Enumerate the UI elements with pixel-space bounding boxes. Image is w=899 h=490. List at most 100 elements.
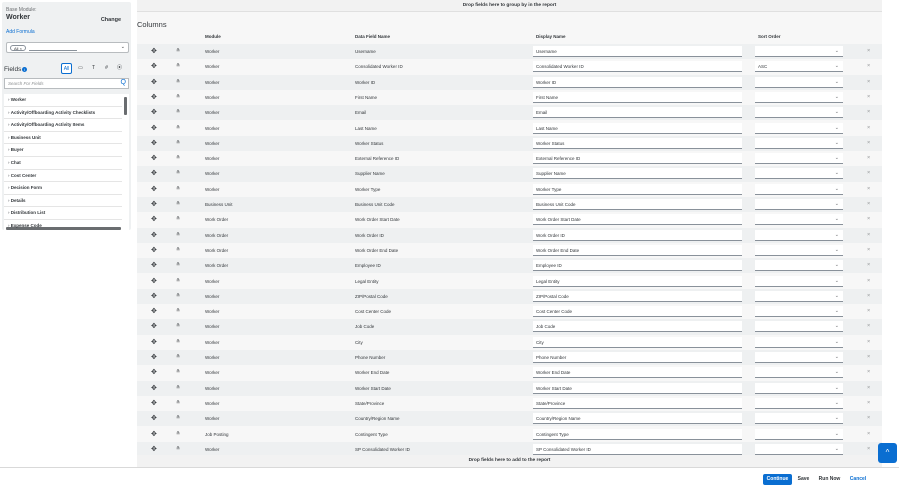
sort-order-select[interactable]: ⌄ <box>755 244 843 256</box>
sort-order-select[interactable]: ⌄ <box>755 168 843 180</box>
chevron-down-icon[interactable]: ⌄ <box>835 138 839 149</box>
drag-handle-icon[interactable]: ✥ <box>151 154 157 162</box>
drag-handle-icon[interactable]: ✥ <box>151 399 157 407</box>
number-icon-button[interactable]: # <box>101 63 112 74</box>
all-chip[interactable]: All × <box>10 45 26 51</box>
drag-handle-icon[interactable]: ✥ <box>151 231 157 239</box>
remove-column-icon[interactable]: × <box>867 166 870 181</box>
remove-column-icon[interactable]: × <box>867 44 870 59</box>
chevron-right-icon[interactable]: › <box>8 160 10 165</box>
drag-handle-icon[interactable]: ✥ <box>151 430 157 438</box>
expand-icon[interactable]: ≚ <box>176 323 180 329</box>
chevron-down-icon[interactable]: ⌄ <box>835 367 839 378</box>
display-name-input[interactable]: Worker End Date <box>533 367 742 379</box>
chevron-down-icon[interactable]: ⌄ <box>835 107 839 118</box>
chevron-right-icon[interactable]: › <box>8 147 10 152</box>
drag-handle-icon[interactable]: ✥ <box>151 78 157 86</box>
chevron-down-icon[interactable]: ⌄ <box>835 306 839 317</box>
display-name-input[interactable]: ZIP/Postal Code <box>533 290 742 302</box>
change-module-button[interactable]: Change <box>101 17 121 23</box>
field-list-item[interactable]: › Decision Form <box>4 182 122 195</box>
drag-handle-icon[interactable]: ✥ <box>151 353 157 361</box>
chevron-down-icon[interactable]: ⌄ <box>835 337 839 348</box>
expand-icon[interactable]: ≚ <box>176 415 180 421</box>
vertical-scrollbar[interactable] <box>124 97 127 115</box>
field-list-item[interactable]: › Chat <box>4 157 122 170</box>
expand-icon[interactable]: ≚ <box>176 293 180 299</box>
drag-handle-icon[interactable]: ✥ <box>151 108 157 116</box>
chevron-down-icon[interactable]: ⌄ <box>835 245 839 256</box>
display-name-input[interactable]: Work Order End Date <box>533 244 742 256</box>
remove-column-icon[interactable]: × <box>867 136 870 151</box>
display-name-input[interactable]: Cost Center Code <box>533 306 742 318</box>
sort-order-select[interactable]: ⌄ <box>755 367 843 379</box>
group-by-drop-zone[interactable]: Drop fields here to group by in the repo… <box>137 0 882 12</box>
field-search-input[interactable]: Search For Fields Q <box>4 78 129 89</box>
sort-order-select[interactable]: ⌄ <box>755 336 843 348</box>
scroll-to-top-button[interactable]: ^ <box>878 443 897 463</box>
all-icon-button[interactable]: All <box>61 63 72 74</box>
drag-handle-icon[interactable]: ✥ <box>151 93 157 101</box>
sort-order-select[interactable]: ⌄ <box>755 290 843 302</box>
drag-handle-icon[interactable]: ✥ <box>151 261 157 269</box>
save-button[interactable]: Save <box>795 474 812 485</box>
remove-column-icon[interactable]: × <box>867 151 870 166</box>
drag-handle-icon[interactable]: ✥ <box>151 169 157 177</box>
drag-handle-icon[interactable]: ✥ <box>151 414 157 422</box>
remove-column-icon[interactable]: × <box>867 121 870 136</box>
drag-handle-icon[interactable]: ✥ <box>151 246 157 254</box>
chevron-right-icon[interactable]: › <box>8 185 10 190</box>
drag-handle-icon[interactable]: ✥ <box>151 200 157 208</box>
drag-handle-icon[interactable]: ✥ <box>151 62 157 70</box>
display-name-input[interactable]: SP Consolidated Worker ID <box>533 443 742 455</box>
chevron-down-icon[interactable]: ⌄ <box>835 276 839 287</box>
info-icon[interactable]: i <box>22 66 28 72</box>
chevron-down-icon[interactable]: ⌄ <box>835 429 839 440</box>
drag-handle-icon[interactable]: ✥ <box>151 292 157 300</box>
display-name-input[interactable]: External Reference ID <box>533 153 742 165</box>
expand-icon[interactable]: ≚ <box>176 125 180 131</box>
expand-icon[interactable]: ≚ <box>176 48 180 54</box>
display-name-input[interactable]: Work Order Start Date <box>533 214 742 226</box>
remove-column-icon[interactable]: × <box>867 197 870 212</box>
field-list-item[interactable]: › Cost Center <box>4 170 122 183</box>
display-name-input[interactable]: Employee ID <box>533 260 742 272</box>
display-name-input[interactable]: Consolidated Worker ID <box>533 61 742 73</box>
add-field-drop-zone[interactable]: Drop fields here to add to the report <box>137 455 882 467</box>
remove-column-icon[interactable]: × <box>867 105 870 120</box>
expand-icon[interactable]: ≚ <box>176 79 180 85</box>
expand-icon[interactable]: ≚ <box>176 186 180 192</box>
chevron-down-icon[interactable]: ⌄ <box>835 153 839 164</box>
field-list-item[interactable]: › Activity/Offboarding Activity Items <box>4 119 122 132</box>
drag-handle-icon[interactable]: ✥ <box>151 277 157 285</box>
remove-column-icon[interactable]: × <box>867 258 870 273</box>
text-icon-button[interactable]: T <box>88 63 99 74</box>
expand-icon[interactable]: ≚ <box>176 262 180 268</box>
drag-handle-icon[interactable]: ✥ <box>151 322 157 330</box>
sort-order-select[interactable]: ⌄ <box>755 321 843 333</box>
drag-handle-icon[interactable]: ✥ <box>151 185 157 193</box>
sort-order-select[interactable]: ⌄ <box>755 397 843 409</box>
chevron-right-icon[interactable]: › <box>8 198 10 203</box>
display-name-input[interactable]: Last Name <box>533 122 742 134</box>
module-filter-select[interactable]: All × ⌄ <box>6 42 129 53</box>
drag-handle-icon[interactable]: ✥ <box>151 307 157 315</box>
remove-column-icon[interactable]: × <box>867 243 870 258</box>
chevron-right-icon[interactable]: › <box>8 97 10 102</box>
expand-icon[interactable]: ≚ <box>176 369 180 375</box>
run-now-button[interactable]: Run Now <box>815 474 844 485</box>
drag-handle-icon[interactable]: ✥ <box>151 139 157 147</box>
display-name-input[interactable]: Country/Region Name <box>533 413 742 425</box>
field-list-item[interactable]: › Details <box>4 195 122 208</box>
expand-icon[interactable]: ≚ <box>176 216 180 222</box>
search-icon[interactable]: Q <box>121 79 126 86</box>
sort-order-select[interactable]: ⌄ <box>755 91 843 103</box>
expand-icon[interactable]: ≚ <box>176 278 180 284</box>
field-list-item[interactable]: › Worker <box>4 94 122 107</box>
remove-column-icon[interactable]: × <box>867 365 870 380</box>
chevron-right-icon[interactable]: › <box>8 110 10 115</box>
sort-order-select[interactable]: ⌄ <box>755 214 843 226</box>
display-name-input[interactable]: Supplier Name <box>533 168 742 180</box>
sort-order-select[interactable]: ⌄ <box>755 122 843 134</box>
chevron-down-icon[interactable]: ⌄ <box>121 44 125 50</box>
